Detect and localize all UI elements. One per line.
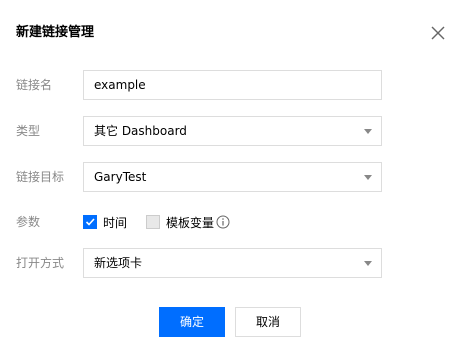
type-label: 类型 bbox=[16, 124, 41, 138]
confirm-button[interactable]: 确定 bbox=[159, 307, 225, 337]
params-label: 参数 bbox=[16, 215, 41, 229]
time-checkbox-label: 时间 bbox=[103, 215, 128, 230]
link-name-value: example bbox=[94, 78, 146, 92]
type-select[interactable]: 其它 Dashboard bbox=[83, 116, 382, 146]
chevron-down-icon bbox=[364, 175, 372, 180]
target-label: 链接目标 bbox=[16, 170, 65, 184]
template-variable-label: 模板变量 bbox=[166, 215, 215, 230]
chevron-down-icon bbox=[364, 129, 372, 134]
dialog-title: 新建链接管理 bbox=[16, 25, 95, 40]
template-variable-checkbox[interactable]: 模板变量 bbox=[146, 213, 230, 231]
open-mode-value: 新选项卡 bbox=[94, 256, 143, 270]
checkbox-checked-icon[interactable] bbox=[83, 215, 97, 229]
cancel-button[interactable]: 取消 bbox=[235, 307, 301, 337]
type-value: 其它 Dashboard bbox=[94, 124, 187, 138]
chevron-down-icon bbox=[364, 261, 372, 266]
checkbox-unchecked-icon[interactable] bbox=[146, 215, 160, 229]
target-value: GaryTest bbox=[94, 170, 147, 184]
link-name-label: 链接名 bbox=[16, 78, 53, 92]
info-icon[interactable] bbox=[216, 215, 230, 229]
time-checkbox[interactable]: 时间 bbox=[83, 213, 127, 231]
target-select[interactable]: GaryTest bbox=[83, 162, 382, 192]
open-mode-label: 打开方式 bbox=[16, 256, 65, 270]
new-link-dialog: 新建链接管理 链接名 example 类型 其它 Dashboard 链接目标 … bbox=[0, 0, 464, 354]
close-icon[interactable] bbox=[428, 23, 448, 43]
link-name-input[interactable]: example bbox=[83, 70, 382, 100]
open-mode-select[interactable]: 新选项卡 bbox=[83, 248, 382, 278]
